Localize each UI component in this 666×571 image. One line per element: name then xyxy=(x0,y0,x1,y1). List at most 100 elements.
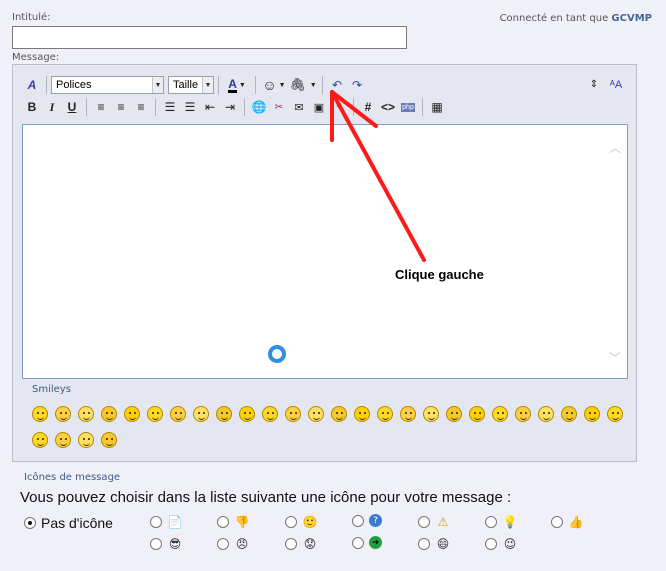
indent-icon[interactable]: ⇥ xyxy=(220,98,240,117)
link-icon[interactable]: 🌐 xyxy=(249,98,269,117)
smiley-face xyxy=(423,406,439,422)
icon-option-smile[interactable]: 🙂 xyxy=(285,514,318,530)
radio-button[interactable] xyxy=(485,516,497,528)
annotation-label: Clique gauche xyxy=(395,267,484,282)
smiley-icon[interactable] xyxy=(352,404,372,424)
remove-format-icon[interactable]: A xyxy=(22,76,42,95)
smiley-icon[interactable] xyxy=(536,404,556,424)
radio-button[interactable] xyxy=(217,538,229,550)
icon-option-wink[interactable]: 😉 xyxy=(485,536,518,552)
radio-button[interactable] xyxy=(418,516,430,528)
question-icon: ? xyxy=(369,514,382,527)
smiley-icon[interactable] xyxy=(76,430,96,450)
chevron-down-icon: ▼ xyxy=(238,81,246,89)
radio-button[interactable] xyxy=(485,538,497,550)
smiley-icon[interactable] xyxy=(76,404,96,424)
annotation-arrows xyxy=(330,90,426,262)
smiley-icon[interactable] xyxy=(421,404,441,424)
text-direction-icon[interactable]: ᴬA xyxy=(606,75,626,94)
title-input[interactable] xyxy=(12,26,407,49)
font-select[interactable]: Polices ▼ xyxy=(51,76,164,94)
smiley-icon[interactable] xyxy=(260,404,280,424)
smiley-face xyxy=(561,406,577,422)
icon-option-none[interactable]: Pas d'icône xyxy=(24,515,113,531)
thumb-down-icon: 👎 xyxy=(234,515,250,529)
underline-icon[interactable]: U xyxy=(62,98,82,117)
smiley-icon[interactable] xyxy=(398,404,418,424)
radio-button[interactable] xyxy=(150,516,162,528)
arrow-shaft xyxy=(330,90,426,262)
smiley-icon[interactable] xyxy=(145,404,165,424)
icon-option-laugh[interactable]: 😄 xyxy=(418,536,451,552)
message-label: Message: xyxy=(12,52,60,63)
radio-button[interactable] xyxy=(217,516,229,528)
icon-option-lightbulb[interactable]: 💡 xyxy=(485,514,518,530)
smiley-icon[interactable] xyxy=(490,404,510,424)
smiley-icon[interactable] xyxy=(237,404,257,424)
icon-option-thumb-up[interactable]: 👍 xyxy=(551,514,584,530)
smiley-icon[interactable] xyxy=(53,404,73,424)
radio-button[interactable] xyxy=(285,538,297,550)
radio-button[interactable] xyxy=(285,516,297,528)
smiley-button[interactable]: ☺ ▼ xyxy=(260,76,288,95)
icon-option-sad[interactable]: 😟 xyxy=(285,536,318,552)
smiley-icon[interactable] xyxy=(283,404,303,424)
smiley-icon[interactable] xyxy=(559,404,579,424)
align-center-icon[interactable]: ≡ xyxy=(111,98,131,117)
smiley-icon[interactable] xyxy=(99,430,119,450)
radio-button[interactable] xyxy=(24,517,36,529)
bullet-list-icon[interactable]: ☰ xyxy=(180,98,200,117)
outdent-icon[interactable]: ⇤ xyxy=(200,98,220,117)
smiley-face xyxy=(101,406,117,422)
smiley-icon[interactable] xyxy=(122,404,142,424)
align-right-icon[interactable]: ≡ xyxy=(131,98,151,117)
icon-option-note[interactable]: 📄 xyxy=(150,514,183,530)
unlink-icon[interactable]: ✂ xyxy=(269,98,289,117)
smiley-icon[interactable] xyxy=(444,404,464,424)
message-icons-label: Icônes de message xyxy=(24,472,121,483)
smiley-icon[interactable] xyxy=(605,404,625,424)
icon-option-angry[interactable]: 😠 xyxy=(217,536,250,552)
smiley-icon[interactable] xyxy=(467,404,487,424)
numbered-list-icon[interactable]: ☰ xyxy=(160,98,180,117)
radio-button[interactable] xyxy=(418,538,430,550)
smiley-icon[interactable] xyxy=(30,430,50,450)
smiley-face xyxy=(446,406,462,422)
toolbar-separator xyxy=(218,76,219,94)
smiley-icon[interactable] xyxy=(375,404,395,424)
italic-icon[interactable]: I xyxy=(42,98,62,117)
username-link[interactable]: GCVMP xyxy=(611,13,652,24)
smiley-icon[interactable] xyxy=(214,404,234,424)
smiley-icon[interactable] xyxy=(306,404,326,424)
icon-option-cool[interactable]: 😎 xyxy=(150,536,183,552)
icon-option-thumb-down[interactable]: 👎 xyxy=(217,514,250,530)
icon-option-warning[interactable]: ⚠ xyxy=(418,514,451,530)
smiley-face xyxy=(400,406,416,422)
align-left-icon[interactable]: ≡ xyxy=(91,98,111,117)
icon-option-arrow[interactable]: ➜ xyxy=(352,536,382,549)
smiley-icon[interactable] xyxy=(513,404,533,424)
radio-button[interactable] xyxy=(352,536,364,549)
smiley-face xyxy=(285,406,301,422)
smiley-icon[interactable] xyxy=(53,430,73,450)
font-select-value: Polices xyxy=(56,79,92,91)
smiley-icon[interactable] xyxy=(191,404,211,424)
smiley-face xyxy=(32,406,48,422)
radio-button[interactable] xyxy=(150,538,162,550)
scroll-down-icon[interactable]: ﹀ xyxy=(609,349,621,366)
radio-button[interactable] xyxy=(352,514,364,527)
smiley-icon[interactable] xyxy=(582,404,602,424)
bold-icon[interactable]: B xyxy=(22,98,42,117)
smiley-icon[interactable] xyxy=(329,404,349,424)
size-select[interactable]: Taille ▼ xyxy=(168,76,214,94)
icon-option-none-label: Pas d'icône xyxy=(41,515,113,531)
icon-option-question[interactable]: ? xyxy=(352,514,382,527)
scroll-up-icon[interactable]: ︿ xyxy=(609,139,621,156)
chevron-down-icon: ▼ xyxy=(152,77,163,93)
smiley-icon[interactable] xyxy=(30,404,50,424)
smiley-icon[interactable] xyxy=(99,404,119,424)
smiley-icon[interactable] xyxy=(168,404,188,424)
radio-button[interactable] xyxy=(551,516,563,528)
text-color-button[interactable]: A ▼ xyxy=(223,76,251,95)
resize-vertical-icon[interactable]: ⇕ xyxy=(584,75,604,94)
